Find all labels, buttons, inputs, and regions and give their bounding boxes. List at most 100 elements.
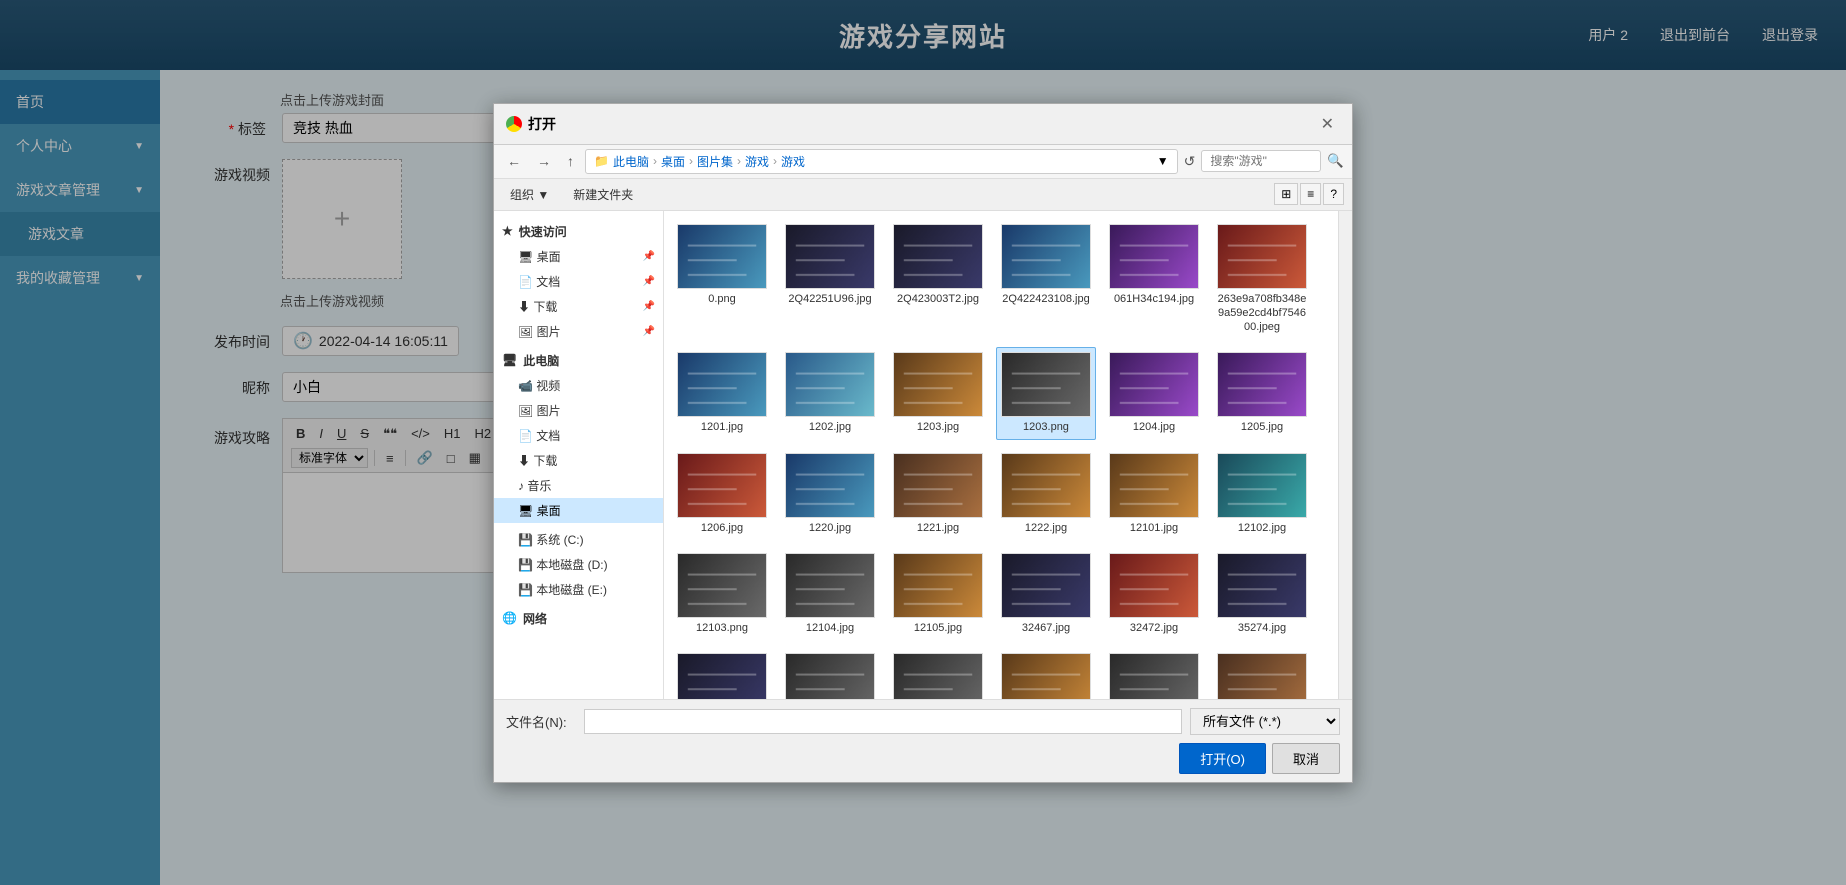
sidebar-d-drive[interactable]: 💾 本地磁盘 (D:) — [494, 552, 663, 577]
file-name: 1201.jpg — [701, 420, 743, 434]
view-help-btn[interactable]: ? — [1323, 183, 1344, 205]
file-name: 12103.png — [696, 621, 748, 635]
file-item[interactable]: 1201.jpg — [672, 347, 772, 439]
file-item[interactable]: 313405.jpg — [1212, 648, 1312, 698]
breadcrumb-pictures[interactable]: 图片集 — [697, 153, 733, 170]
search-input[interactable] — [1201, 150, 1321, 172]
file-item[interactable]: 2Q423003T2.jpg — [888, 219, 988, 340]
file-item[interactable]: 1203.jpg — [888, 347, 988, 439]
file-item[interactable]: 1220.jpg — [780, 448, 880, 540]
sidebar-downloads-quick[interactable]: ⬇ 下载 📌 — [494, 294, 663, 319]
organize-btn[interactable]: 组织 ▼ — [502, 183, 557, 206]
sidebar-docs-quick[interactable]: 📄 文档 📌 — [494, 269, 663, 294]
forward-btn[interactable]: → — [532, 150, 556, 172]
file-name: 12102.jpg — [1238, 521, 1286, 535]
sidebar-desktop-pc[interactable]: 🖥 桌面 — [494, 498, 663, 523]
footer-btn-row: 打开(O) 取消 — [506, 743, 1340, 774]
file-item[interactable]: 35274.jpg — [1212, 548, 1312, 640]
file-name: 1220.jpg — [809, 521, 851, 535]
file-item[interactable]: 211436.jpg — [1104, 648, 1204, 698]
file-item[interactable]: 1203.png — [996, 347, 1096, 439]
file-item[interactable]: 199925.jpg — [780, 648, 880, 698]
file-name: 32467.jpg — [1022, 621, 1070, 635]
file-item[interactable]: 1221.jpg — [888, 448, 988, 540]
cancel-btn[interactable]: 取消 — [1272, 743, 1340, 774]
breadcrumb-game1[interactable]: 游戏 — [745, 153, 769, 170]
refresh-btn[interactable]: ↺ — [1184, 153, 1196, 170]
open-btn[interactable]: 打开(O) — [1179, 743, 1266, 774]
file-item[interactable]: 202085.jpg — [888, 648, 988, 698]
search-icon-btn[interactable]: 🔍 — [1327, 153, 1344, 169]
new-folder-btn[interactable]: 新建文件夹 — [565, 183, 641, 206]
file-name: 2Q42251U96.jpg — [788, 292, 871, 306]
file-item[interactable]: 202164.jpg — [996, 648, 1096, 698]
file-item[interactable]: 061H34c194.jpg — [1104, 219, 1204, 340]
sidebar-videos[interactable]: 📹 视频 — [494, 373, 663, 398]
file-item[interactable]: 12102.jpg — [1212, 448, 1312, 540]
file-item[interactable]: 263e9a708fb348e9a59e2cd4bf754600.jpeg — [1212, 219, 1312, 340]
sidebar-music[interactable]: ♪ 音乐 — [494, 473, 663, 498]
file-grid-area[interactable]: 0.png 2Q42251U96.jpg 2Q423003T2.jpg 2Q42242… — [664, 211, 1338, 699]
file-item[interactable]: 110817.jpg — [672, 648, 772, 698]
folder-icon: 📁 — [594, 154, 609, 168]
network-section: 🌐 网络 — [494, 606, 663, 631]
breadcrumb-desktop[interactable]: 桌面 — [661, 153, 685, 170]
sidebar-downloads[interactable]: ⬇ 下载 — [494, 448, 663, 473]
back-btn[interactable]: ← — [502, 150, 526, 172]
sidebar-desktop-quick[interactable]: 🖥 桌面 📌 — [494, 244, 663, 269]
star-icon: ★ — [502, 224, 513, 238]
file-name: 1206.jpg — [701, 521, 743, 535]
filename-input[interactable] — [584, 709, 1182, 734]
file-item[interactable]: 12104.jpg — [780, 548, 880, 640]
quick-access-title: ★ 快速访问 — [494, 219, 663, 244]
file-item[interactable]: 1202.jpg — [780, 347, 880, 439]
file-name: 1202.jpg — [809, 420, 851, 434]
file-item[interactable]: 1206.jpg — [672, 448, 772, 540]
this-pc-section: 🖥 此电脑 📹 视频 🖼 图片 📄 文档 ⬇ 下载 ♪ 音乐 🖥 桌面 — [494, 348, 663, 523]
dialog-close-btn[interactable]: ✕ — [1315, 112, 1340, 136]
view-large-icon-btn[interactable]: ⊞ — [1274, 183, 1298, 205]
file-item[interactable]: 12101.jpg — [1104, 448, 1204, 540]
pc-icon: 🖥 — [502, 353, 517, 367]
file-name: 1203.png — [1023, 420, 1069, 434]
filetype-select[interactable]: 所有文件 (*.*) — [1190, 708, 1340, 735]
pin-icon: 📌 — [643, 251, 655, 262]
network-title: 🌐 网络 — [494, 606, 663, 631]
dialog-title-text: 打开 — [528, 114, 556, 134]
sidebar-documents[interactable]: 📄 文档 — [494, 423, 663, 448]
pin-icon: 📌 — [643, 301, 655, 312]
file-item[interactable]: 1222.jpg — [996, 448, 1096, 540]
file-name: 12105.jpg — [914, 621, 962, 635]
file-item[interactable]: 0.png — [672, 219, 772, 340]
file-item[interactable]: 12105.jpg — [888, 548, 988, 640]
file-item[interactable]: 1205.jpg — [1212, 347, 1312, 439]
file-name: 1204.jpg — [1133, 420, 1175, 434]
footer-filename-row: 文件名(N): 所有文件 (*.*) — [506, 708, 1340, 735]
file-item[interactable]: 32472.jpg — [1104, 548, 1204, 640]
file-name: 263e9a708fb348e9a59e2cd4bf754600.jpeg — [1217, 292, 1307, 335]
breadcrumb: 📁 此电脑 › 桌面 › 图片集 › 游戏 › 游戏 ▼ — [585, 149, 1178, 174]
file-name: 061H34c194.jpg — [1114, 292, 1194, 306]
file-dialog: 打开 ✕ ← → ↑ 📁 此电脑 › 桌面 › 图片集 › 游戏 › 游戏 ▼ … — [493, 103, 1353, 783]
file-name: 32472.jpg — [1130, 621, 1178, 635]
file-name: 12101.jpg — [1130, 521, 1178, 535]
scrollbar[interactable] — [1338, 211, 1352, 699]
up-btn[interactable]: ↑ — [562, 150, 579, 172]
file-item[interactable]: 32467.jpg — [996, 548, 1096, 640]
file-item[interactable]: 12103.png — [672, 548, 772, 640]
sidebar-pictures-quick[interactable]: 🖼 图片 📌 — [494, 319, 663, 344]
filename-label: 文件名(N): — [506, 712, 576, 731]
dialog-title: 打开 — [506, 114, 556, 134]
view-detail-btn[interactable]: ≡ — [1300, 183, 1321, 205]
file-name: 2Q422423108.jpg — [1002, 292, 1089, 306]
sidebar-pictures[interactable]: 🖼 图片 — [494, 398, 663, 423]
sidebar-c-drive[interactable]: 💾 系统 (C:) — [494, 527, 663, 552]
quick-access-section: ★ 快速访问 🖥 桌面 📌 📄 文档 📌 ⬇ 下载 📌 — [494, 219, 663, 344]
file-item[interactable]: 1204.jpg — [1104, 347, 1204, 439]
file-name: 35274.jpg — [1238, 621, 1286, 635]
breadcrumb-pc[interactable]: 此电脑 — [613, 153, 649, 170]
file-item[interactable]: 2Q42251U96.jpg — [780, 219, 880, 340]
file-item[interactable]: 2Q422423108.jpg — [996, 219, 1096, 340]
breadcrumb-game2[interactable]: 游戏 — [781, 153, 805, 170]
sidebar-e-drive[interactable]: 💾 本地磁盘 (E:) — [494, 577, 663, 602]
